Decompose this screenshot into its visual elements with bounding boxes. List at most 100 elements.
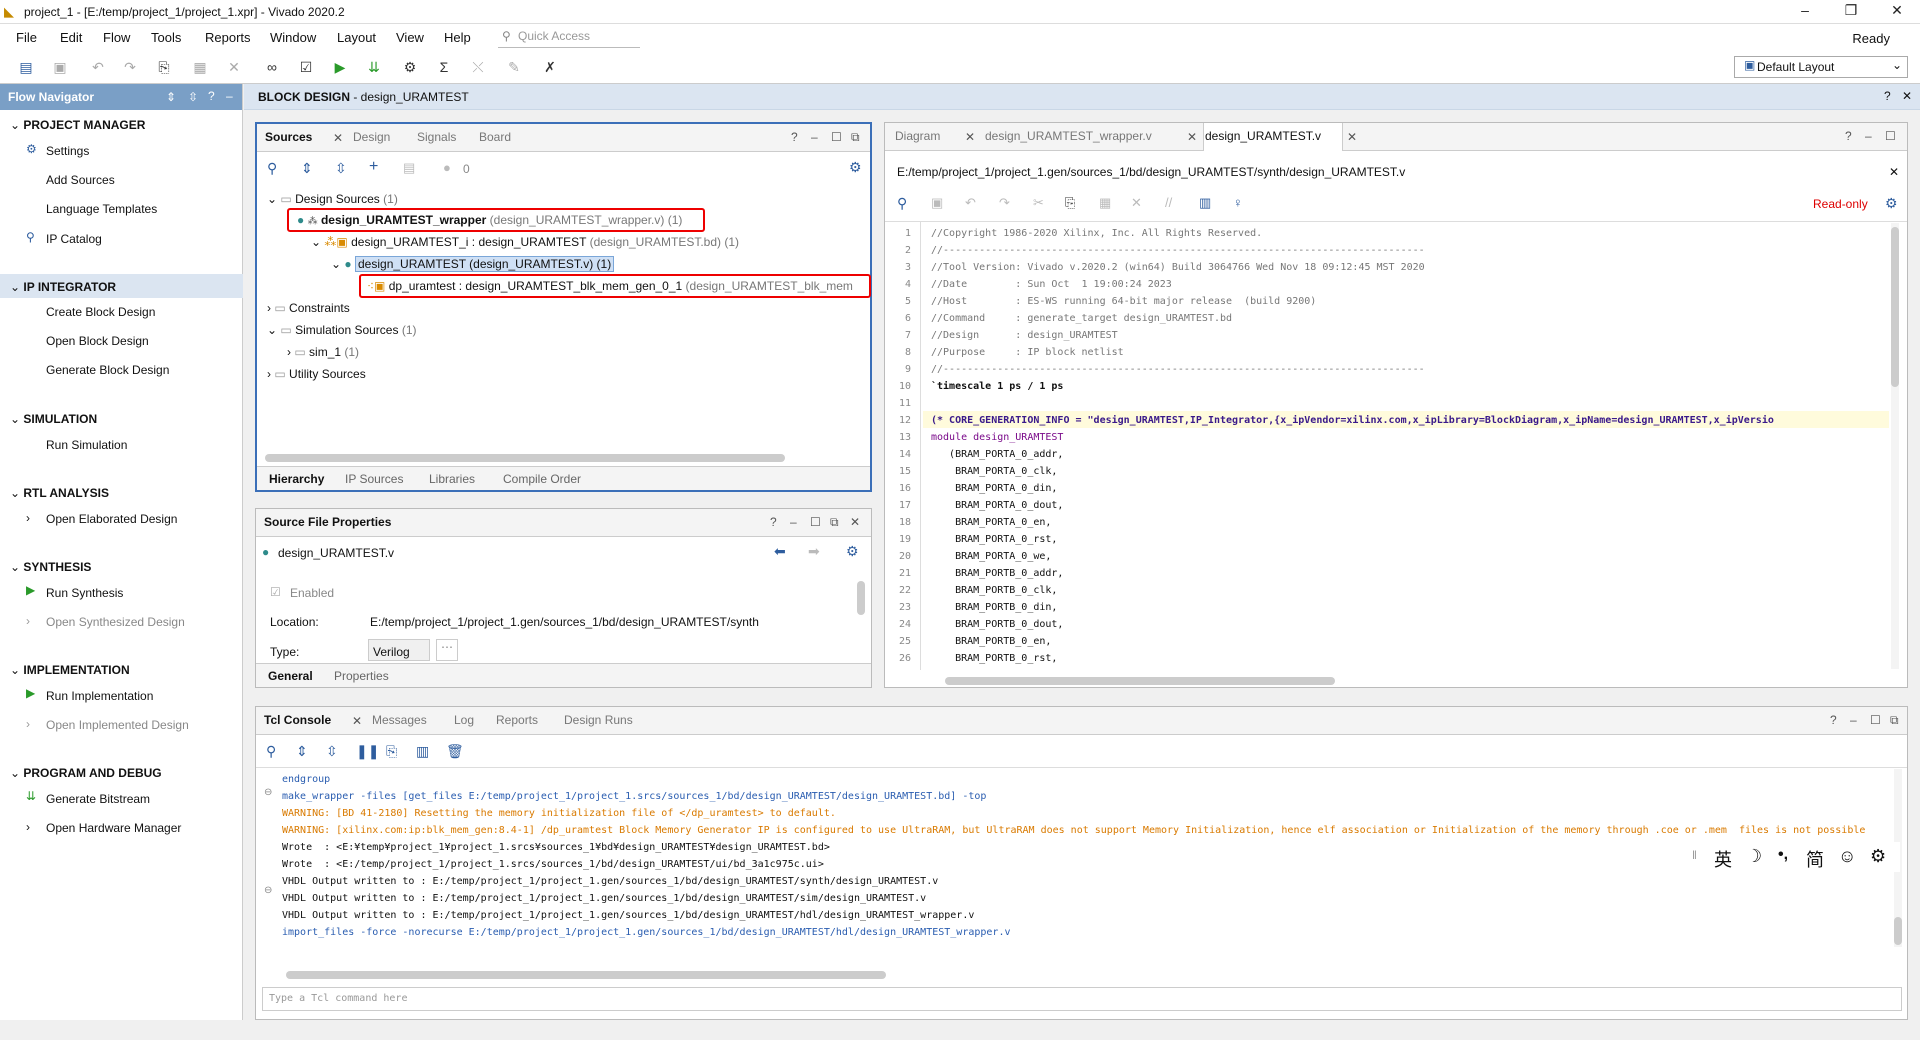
flow-ip-catalog[interactable]: IP Catalog: [46, 232, 102, 246]
help-icon[interactable]: ?: [791, 130, 798, 144]
back-arrow-icon[interactable]: ⬅: [774, 543, 786, 560]
flow-open-implemented[interactable]: Open Implemented Design: [46, 718, 189, 732]
tree-sim1[interactable]: › ▭ sim_1 (1): [287, 345, 359, 359]
tab-diagram[interactable]: Diagram: [895, 129, 940, 143]
tab-wrapper-v[interactable]: design_URAMTEST_wrapper.v: [985, 129, 1152, 143]
properties-icon[interactable]: ▤: [403, 160, 415, 176]
edit-icon[interactable]: ✎: [504, 58, 524, 76]
tab-properties[interactable]: Properties: [334, 669, 389, 683]
open-project-icon[interactable]: ▤: [16, 58, 36, 76]
section-synthesis[interactable]: SYNTHESIS: [10, 560, 91, 574]
maximize-panel-icon[interactable]: ☐: [1885, 129, 1896, 143]
tab-design-v[interactable]: design_URAMTEST.v: [1205, 129, 1321, 143]
columns-icon[interactable]: ▥: [1199, 195, 1211, 211]
collapse-all-icon[interactable]: ⇕: [301, 160, 313, 177]
menu-edit[interactable]: Edit: [60, 30, 82, 45]
section-program-debug[interactable]: PROGRAM AND DEBUG: [10, 766, 161, 780]
close-icon[interactable]: ✕: [1889, 165, 1899, 179]
pin-icon[interactable]: ✗: [540, 58, 560, 76]
flow-open-hardware-manager[interactable]: Open Hardware Manager: [46, 821, 181, 835]
search-icon[interactable]: ⚲: [897, 195, 907, 212]
close-tab-icon[interactable]: ✕: [965, 130, 975, 144]
float-panel-icon[interactable]: ⧉: [830, 515, 839, 530]
table-icon[interactable]: ▥: [416, 743, 429, 760]
cut-icon[interactable]: ✂: [1033, 195, 1044, 211]
flow-run-implementation[interactable]: Run Implementation: [46, 689, 153, 703]
paste-icon[interactable]: ▦: [190, 58, 210, 76]
minimize-panel-icon[interactable]: –: [1865, 129, 1872, 143]
lightbulb-icon[interactable]: ♀: [1233, 195, 1243, 210]
horizontal-scrollbar[interactable]: [945, 677, 1335, 685]
section-rtl-analysis[interactable]: RTL ANALYSIS: [10, 486, 109, 500]
tab-tcl-console[interactable]: Tcl Console: [264, 713, 331, 727]
ime-mode[interactable]: 英: [1714, 846, 1732, 872]
vertical-scrollbar[interactable]: [1894, 917, 1902, 945]
flow-run-simulation[interactable]: Run Simulation: [46, 438, 127, 452]
section-project-manager[interactable]: PROJECT MANAGER: [10, 118, 145, 132]
collapse-all-icon[interactable]: ⇕: [166, 90, 176, 104]
flow-add-sources[interactable]: Add Sources: [46, 173, 115, 187]
forward-arrow-icon[interactable]: ➡: [808, 543, 820, 560]
close-tab-icon[interactable]: ✕: [333, 131, 343, 145]
more-button[interactable]: ⋯: [436, 639, 458, 661]
tab-signals[interactable]: Signals: [417, 130, 456, 144]
gear-icon[interactable]: ⚙: [400, 58, 420, 76]
sigma-icon[interactable]: Σ: [434, 58, 454, 76]
tab-design[interactable]: Design: [353, 130, 390, 144]
check-icon[interactable]: ☑: [296, 58, 316, 76]
gear-icon[interactable]: ⚙: [846, 543, 859, 560]
delete-icon[interactable]: ✕: [224, 58, 244, 76]
tab-hierarchy[interactable]: Hierarchy: [269, 472, 324, 486]
maximize-panel-icon[interactable]: ☐: [1870, 713, 1881, 727]
tab-sources[interactable]: Sources: [265, 130, 312, 144]
float-panel-icon[interactable]: ⧉: [1890, 713, 1899, 728]
fold-icon[interactable]: ⊖: [264, 787, 272, 798]
search-icon[interactable]: ⚲: [266, 743, 276, 760]
flow-open-block-design[interactable]: Open Block Design: [46, 334, 149, 348]
expand-all-icon[interactable]: ⇳: [326, 743, 338, 760]
float-panel-icon[interactable]: ⧉: [851, 130, 860, 145]
close-icon[interactable]: ✕: [1874, 2, 1920, 22]
tab-reports[interactable]: Reports: [496, 713, 538, 727]
ime-simplified[interactable]: 简: [1806, 846, 1824, 872]
code-area[interactable]: 1 //Copyright 1986-2020 Xilinx, Inc. All …: [885, 223, 1889, 669]
menu-reports[interactable]: Reports: [205, 30, 251, 45]
gear-icon[interactable]: ⚙: [1885, 195, 1898, 212]
tab-messages[interactable]: Messages: [372, 713, 427, 727]
help-icon[interactable]: ?: [770, 515, 777, 529]
menu-help[interactable]: Help: [444, 30, 471, 45]
section-implementation[interactable]: IMPLEMENTATION: [10, 663, 129, 677]
help-icon[interactable]: ?: [1830, 713, 1837, 727]
flow-create-block-design[interactable]: Create Block Design: [46, 305, 155, 319]
chevron-down-icon[interactable]: ⌄: [1892, 58, 1902, 72]
run-icon[interactable]: ▶: [330, 58, 350, 76]
maximize-icon[interactable]: ❐: [1828, 2, 1874, 22]
expand-all-icon[interactable]: ⇳: [188, 90, 198, 104]
close-icon[interactable]: ✕: [1902, 89, 1912, 103]
maximize-panel-icon[interactable]: ☐: [810, 515, 821, 529]
tab-general[interactable]: General: [268, 669, 313, 683]
help-icon[interactable]: ?: [1884, 89, 1891, 103]
minimize-icon[interactable]: –: [1782, 2, 1828, 22]
tree-design-sources[interactable]: ⌄ ▭ Design Sources (1): [267, 192, 398, 206]
minimize-panel-icon[interactable]: –: [811, 130, 818, 144]
tab-log[interactable]: Log: [454, 713, 474, 727]
expand-all-icon[interactable]: ⇳: [335, 160, 347, 177]
horizontal-scrollbar[interactable]: [286, 971, 886, 979]
section-simulation[interactable]: SIMULATION: [10, 412, 97, 426]
help-icon[interactable]: ?: [208, 89, 215, 103]
close-tab-icon[interactable]: ✕: [1187, 130, 1197, 144]
close-tab-icon[interactable]: ✕: [1347, 130, 1357, 144]
maximize-panel-icon[interactable]: ☐: [831, 130, 842, 144]
tab-libraries[interactable]: Libraries: [429, 472, 475, 486]
tree-inst-i[interactable]: ⌄ ⁂▣ design_URAMTEST_i : design_URAMTEST…: [311, 235, 739, 249]
fold-icon[interactable]: ⊖: [264, 885, 272, 896]
bitstream-icon[interactable]: ⇊: [364, 58, 384, 76]
section-ip-integrator[interactable]: IP INTEGRATOR: [10, 280, 116, 294]
redo-icon[interactable]: ↷: [120, 58, 140, 76]
flow-generate-block-design[interactable]: Generate Block Design: [46, 363, 169, 377]
copy-icon[interactable]: ⎘: [154, 58, 174, 76]
save-icon[interactable]: ▣: [931, 195, 943, 211]
flow-run-synthesis[interactable]: Run Synthesis: [46, 586, 123, 600]
collapse-all-icon[interactable]: ⇕: [296, 743, 308, 760]
